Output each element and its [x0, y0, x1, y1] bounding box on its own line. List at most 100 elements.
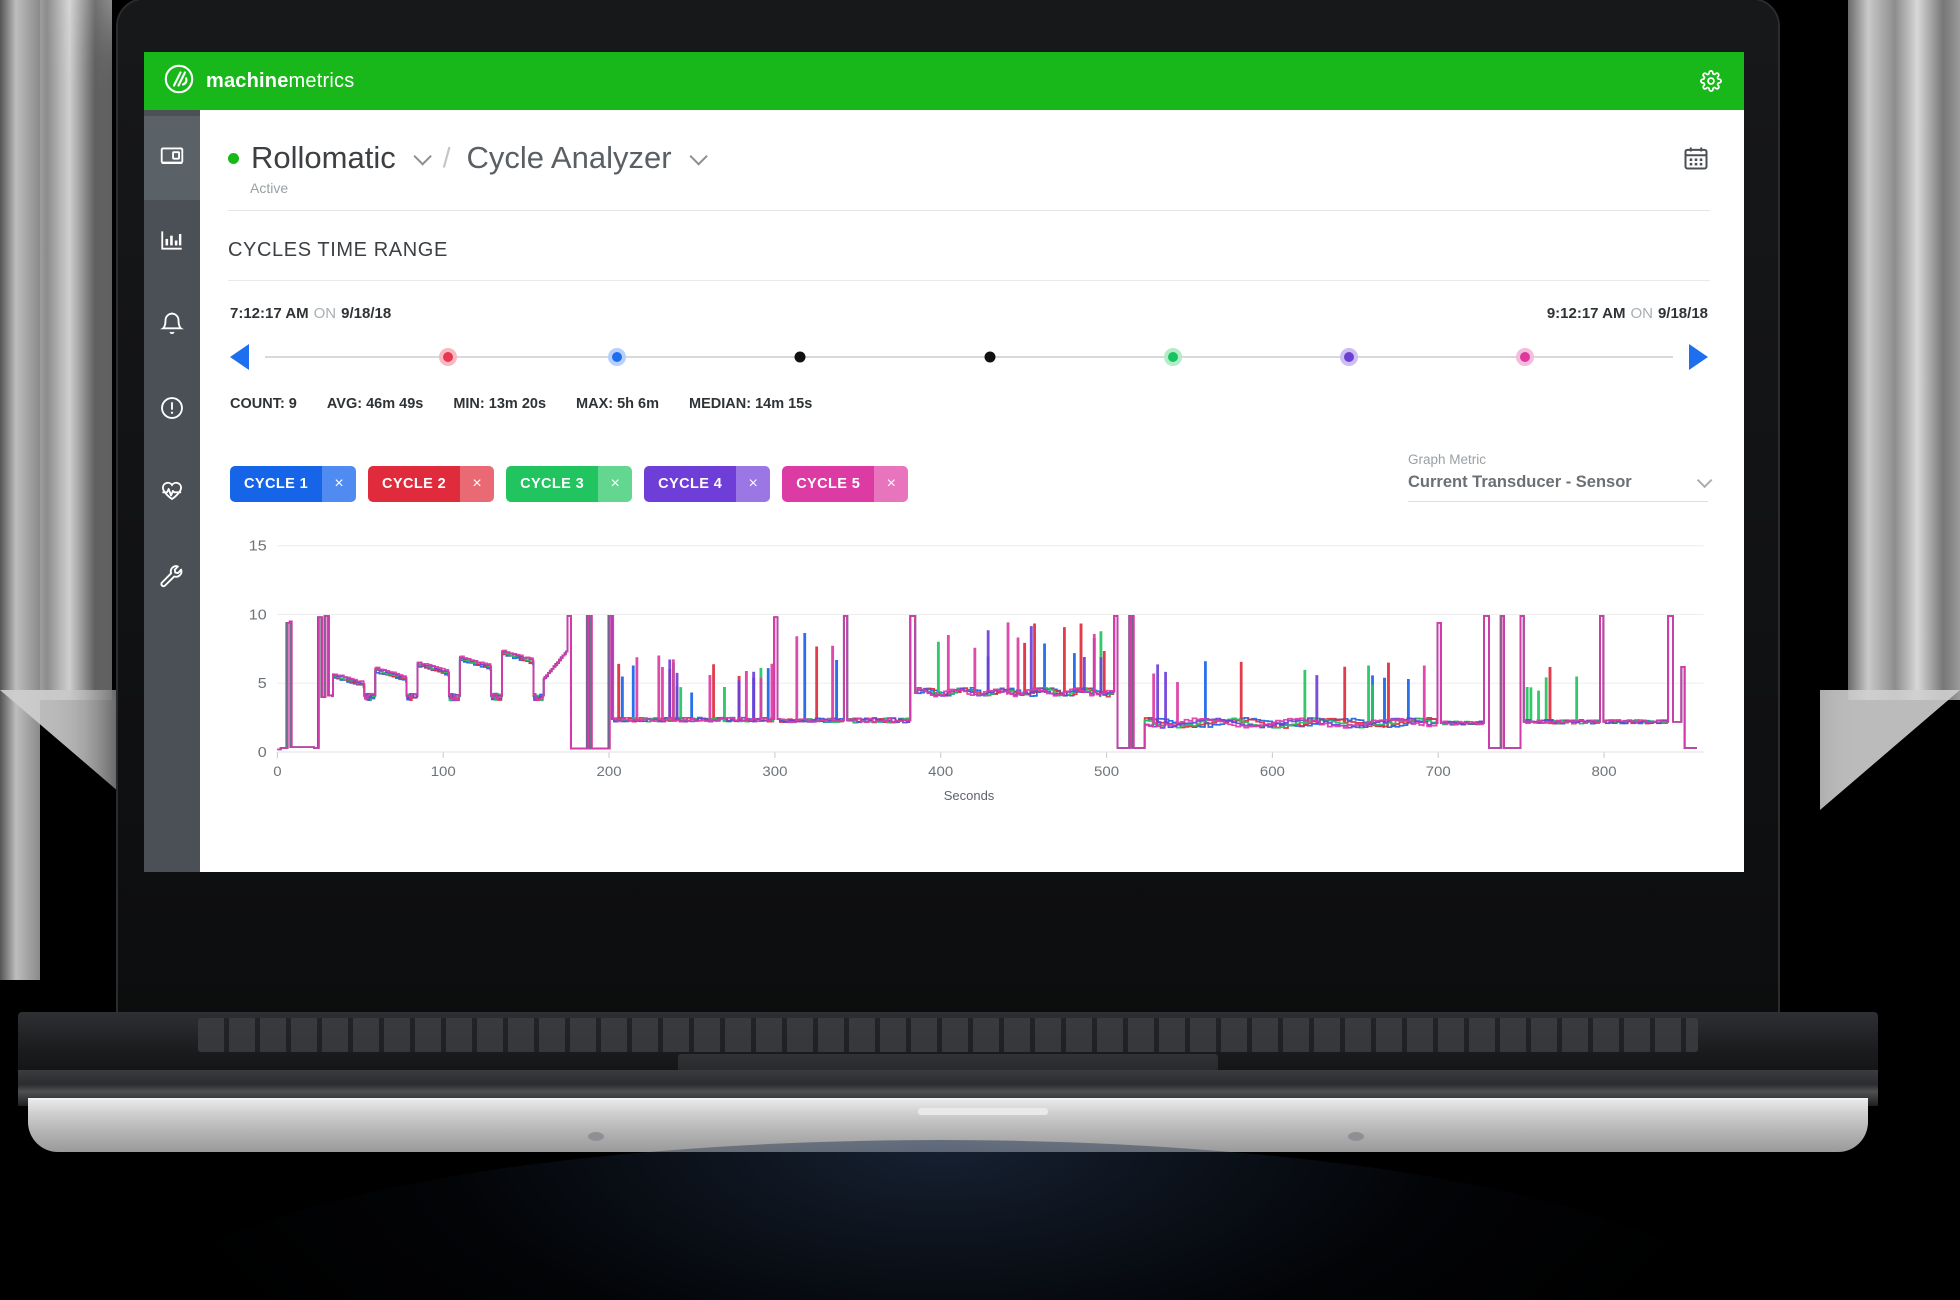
sidebar-item-maintenance[interactable] — [144, 536, 200, 620]
range-end: 9:12:17 AM ON 9/18/18 — [1547, 305, 1708, 322]
gear-icon[interactable] — [1700, 70, 1722, 92]
timeline-tick[interactable] — [1516, 348, 1535, 366]
page-title[interactable]: Cycle Analyzer — [467, 140, 672, 176]
right-arrow-icon[interactable] — [1689, 344, 1708, 370]
background-plate-left-inner — [0, 0, 40, 980]
app-topbar: machinemetrics — [144, 52, 1744, 110]
background-plate-right — [1848, 0, 1960, 700]
cycle-chip[interactable]: CYCLE 2 × — [368, 466, 495, 502]
laptop-mockup: machinemetrics Rollomatic / Cycle Analyz… — [18, 0, 1878, 1152]
cycle-timeline — [228, 322, 1710, 370]
chevron-down-icon[interactable] — [1696, 472, 1713, 489]
chart-y-tick-label: 5 — [258, 676, 267, 692]
chart-y-tick-label: 10 — [249, 607, 267, 623]
timeline-tick[interactable] — [791, 348, 809, 366]
status-dot-icon — [228, 152, 239, 164]
range-end-date: 9/18/18 — [1657, 305, 1708, 322]
timeline-line — [265, 356, 1673, 358]
cycle-chip[interactable]: CYCLE 1 × — [230, 466, 357, 502]
sidebar-item-health[interactable] — [144, 452, 200, 536]
timeline-tick[interactable] — [608, 348, 626, 366]
chart-x-axis-label: Seconds — [943, 788, 995, 803]
brand-name: machinemetrics — [206, 70, 354, 93]
background-glow — [150, 1140, 1730, 1300]
stat-item: MAX: 5h 6m — [576, 396, 660, 412]
breadcrumb-separator: / — [442, 142, 451, 173]
graph-metric-label: Graph Metric — [1408, 452, 1487, 467]
cycle-chip-label: CYCLE 5 — [782, 466, 875, 502]
cycle-chip-label: CYCLE 3 — [506, 466, 599, 502]
range-end-on: ON — [1630, 305, 1653, 322]
chart-x-tick-label: 700 — [1426, 764, 1451, 779]
cycle-chip-close-icon[interactable]: × — [736, 466, 771, 502]
timeline-tick-dot — [1520, 352, 1531, 362]
timeline-track[interactable] — [265, 344, 1673, 370]
chart-x-tick-label: 400 — [928, 764, 953, 779]
graph-metric-select[interactable]: Graph Metric Current Transducer - Sensor — [1408, 452, 1713, 502]
chart-x-tick-label: 500 — [1094, 764, 1119, 779]
main-content: Rollomatic / Cycle Analyzer Active CYCLE… — [200, 110, 1744, 872]
stat-item: AVG: 46m 49s — [326, 396, 424, 412]
stat-item: MIN: 13m 20s — [453, 396, 547, 412]
machine-status: Active — [250, 180, 289, 196]
laptop-foot-right — [1348, 1132, 1364, 1141]
bell-icon — [159, 311, 185, 342]
left-arrow-icon[interactable] — [230, 344, 249, 370]
chart-x-tick-label: 0 — [273, 764, 281, 779]
time-range-row: 7:12:17 AM ON 9/18/18 9:12:17 AM ON 9/18/18 — [228, 281, 1710, 322]
cycle-chart-svg[interactable]: 0 5 10 15 0 100 200 300 400 500 600 700 800 — [228, 524, 1710, 786]
breadcrumb-row: Rollomatic / Cycle Analyzer Active — [228, 110, 1710, 211]
cycle-chip-label: CYCLE 2 — [368, 466, 461, 502]
brand: machinemetrics — [164, 64, 354, 99]
cycle-chips-row: CYCLE 1 × CYCLE 2 × CYCLE 3 × CYCLE 4 × CYCLE 5 ×… — [228, 412, 1713, 502]
heartbeat-icon — [159, 479, 185, 510]
cycle-chip[interactable]: CYCLE 5 × — [782, 466, 909, 502]
timeline-tick[interactable] — [439, 348, 458, 366]
section-title: CYCLES TIME RANGE — [228, 211, 1710, 281]
machine-name[interactable]: Rollomatic — [251, 140, 396, 176]
cycle-chip-close-icon[interactable]: × — [874, 466, 909, 502]
graph-metric-control[interactable]: Current Transducer - Sensor — [1408, 472, 1713, 502]
laptop-lid: machinemetrics Rollomatic / Cycle Analyz… — [118, 0, 1778, 1045]
app-body: Rollomatic / Cycle Analyzer Active CYCLE… — [144, 110, 1744, 872]
sidebar-item-reports[interactable] — [144, 200, 200, 284]
chart-x-tick-label: 600 — [1260, 764, 1285, 779]
keyboard-keys — [198, 1018, 1698, 1052]
cycle-chip-close-icon[interactable]: × — [460, 466, 495, 502]
chart-x-tick-label: 800 — [1592, 764, 1617, 779]
alert-circle-icon — [159, 395, 185, 426]
range-start-date: 9/18/18 — [341, 305, 392, 322]
timeline-tick[interactable] — [981, 348, 999, 366]
stat-item: COUNT: 9 — [230, 396, 297, 412]
page-chevron-down-icon[interactable] — [688, 146, 708, 166]
laptop-base — [18, 1012, 1878, 1152]
cycle-chip[interactable]: CYCLE 3 × — [506, 466, 633, 502]
sidebar-item-alerts[interactable] — [144, 368, 200, 452]
sidebar-item-dashboard[interactable] — [144, 116, 200, 200]
screenshot-stage: machinemetrics Rollomatic / Cycle Analyz… — [0, 0, 1960, 1300]
timeline-tick[interactable] — [1164, 348, 1183, 366]
range-start-on: ON — [313, 305, 337, 322]
cycle-stats: COUNT: 9 AVG: 46m 49s MIN: 13m 20s MAX: 5h … — [228, 370, 1710, 412]
machinemetrics-logo-icon — [164, 64, 194, 99]
range-end-time: 9:12:17 AM — [1546, 305, 1626, 322]
timeline-tick[interactable] — [1340, 348, 1359, 366]
machine-chevron-down-icon[interactable] — [413, 146, 432, 166]
wrench-icon — [159, 563, 185, 594]
brand-name-light: metrics — [288, 69, 355, 92]
bar-chart-icon — [159, 227, 185, 258]
cycle-chart: 0 5 10 15 0 100 200 300 400 500 600 700 800 Seconds — [228, 524, 1710, 824]
dashboard-icon — [159, 143, 185, 174]
timeline-tick-dot — [612, 352, 622, 362]
chart-x-tick-label: 300 — [762, 764, 787, 779]
cycle-chip-close-icon[interactable]: × — [598, 466, 633, 502]
chart-x-tick-label: 100 — [431, 764, 456, 779]
cycle-chip[interactable]: CYCLE 4 × — [644, 466, 771, 502]
range-start: 7:12:17 AM ON 9/18/18 — [230, 305, 391, 322]
cycle-chip-close-icon[interactable]: × — [322, 466, 357, 502]
calendar-icon[interactable] — [1682, 144, 1710, 172]
stat-item: MEDIAN: 14m 15s — [689, 396, 813, 412]
timeline-tick-dot — [1168, 352, 1179, 362]
sidebar-item-notifications[interactable] — [144, 284, 200, 368]
sidebar — [144, 110, 200, 872]
